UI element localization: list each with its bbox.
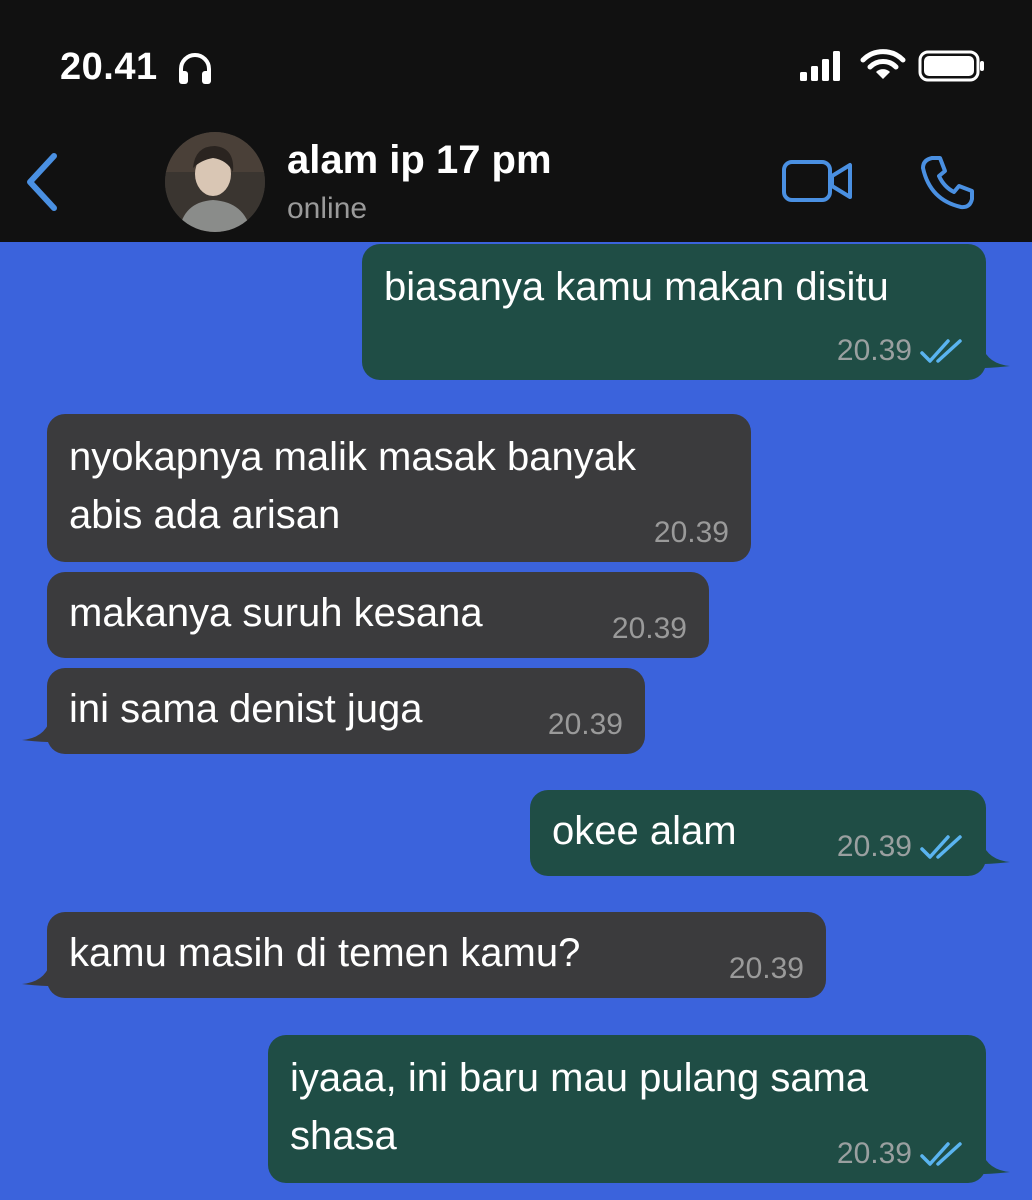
avatar[interactable]: [165, 132, 265, 232]
message-time: 20.39: [836, 1137, 912, 1170]
contact-name[interactable]: alam ip 17 pm: [287, 138, 552, 183]
message-text: makanya suruh kesana: [69, 591, 483, 635]
outgoing-message[interactable]: biasanya kamu makan disitu 20.39: [362, 244, 986, 380]
message-meta: 20.39: [837, 334, 964, 368]
message-meta: 20.39: [729, 952, 804, 986]
phone-icon[interactable]: [918, 152, 978, 212]
double-check-icon: [920, 835, 962, 859]
double-check-icon: [920, 1142, 962, 1166]
message-meta: 20.39: [654, 516, 729, 550]
message-line: iyaaa, ini baru mau pulang sama: [290, 1056, 869, 1100]
incoming-message[interactable]: makanya suruh kesana 20.39: [47, 572, 709, 658]
incoming-message[interactable]: ini sama denist juga 20.39: [47, 668, 645, 754]
bubble-tail: [22, 964, 50, 986]
message-text: iyaaa, ini baru mau pulang sama shasa: [290, 1049, 868, 1165]
incoming-message[interactable]: nyokapnya malik masak banyak abis ada ar…: [47, 414, 751, 562]
message-text: kamu masih di temen kamu?: [69, 931, 581, 975]
battery-icon: [918, 50, 984, 82]
message-time: 20.39: [836, 334, 912, 367]
double-check-icon: [920, 339, 962, 363]
message-line: nyokapnya malik masak banyak: [69, 435, 636, 479]
message-meta: 20.39: [548, 708, 623, 742]
outgoing-message[interactable]: okee alam 20.39: [530, 790, 986, 876]
message-text: ini sama denist juga: [69, 687, 423, 731]
contact-status: online: [287, 192, 368, 225]
message-line: abis ada arisan: [69, 493, 341, 537]
status-time: 20.41: [60, 46, 158, 88]
message-time: 20.39: [547, 708, 623, 741]
bubble-tail: [22, 720, 50, 742]
message-text: biasanya kamu makan disitu: [384, 265, 889, 309]
message-time: 20.39: [611, 612, 687, 645]
incoming-message[interactable]: kamu masih di temen kamu? 20.39: [47, 912, 826, 998]
message-meta: 20.39: [612, 612, 687, 646]
cellular-signal-icon: [800, 51, 840, 81]
bubble-tail: [982, 842, 1010, 864]
message-time: 20.39: [728, 952, 804, 985]
chat-header: alam ip 17 pm online: [0, 130, 1032, 242]
outgoing-message[interactable]: iyaaa, ini baru mau pulang sama shasa 20…: [268, 1035, 986, 1183]
video-camera-icon[interactable]: [780, 156, 854, 206]
status-bar: 20.41: [0, 0, 1032, 130]
bubble-tail: [982, 346, 1010, 368]
message-time: 20.39: [653, 516, 729, 549]
message-line: shasa: [290, 1114, 397, 1158]
headphones-icon: [179, 53, 211, 84]
chevron-left-icon[interactable]: [22, 150, 62, 214]
bubble-tail: [982, 1152, 1010, 1174]
message-text: okee alam: [552, 809, 737, 853]
avatar-photo-icon: [165, 132, 265, 232]
message-meta: 20.39: [837, 1137, 964, 1171]
message-text: nyokapnya malik masak banyak abis ada ar…: [69, 428, 636, 544]
wifi-icon: [860, 49, 906, 79]
chat-messages[interactable]: biasanya kamu makan disitu 20.39 nyokapn…: [0, 242, 1032, 1200]
message-meta: 20.39: [837, 830, 964, 864]
message-time: 20.39: [836, 830, 912, 863]
